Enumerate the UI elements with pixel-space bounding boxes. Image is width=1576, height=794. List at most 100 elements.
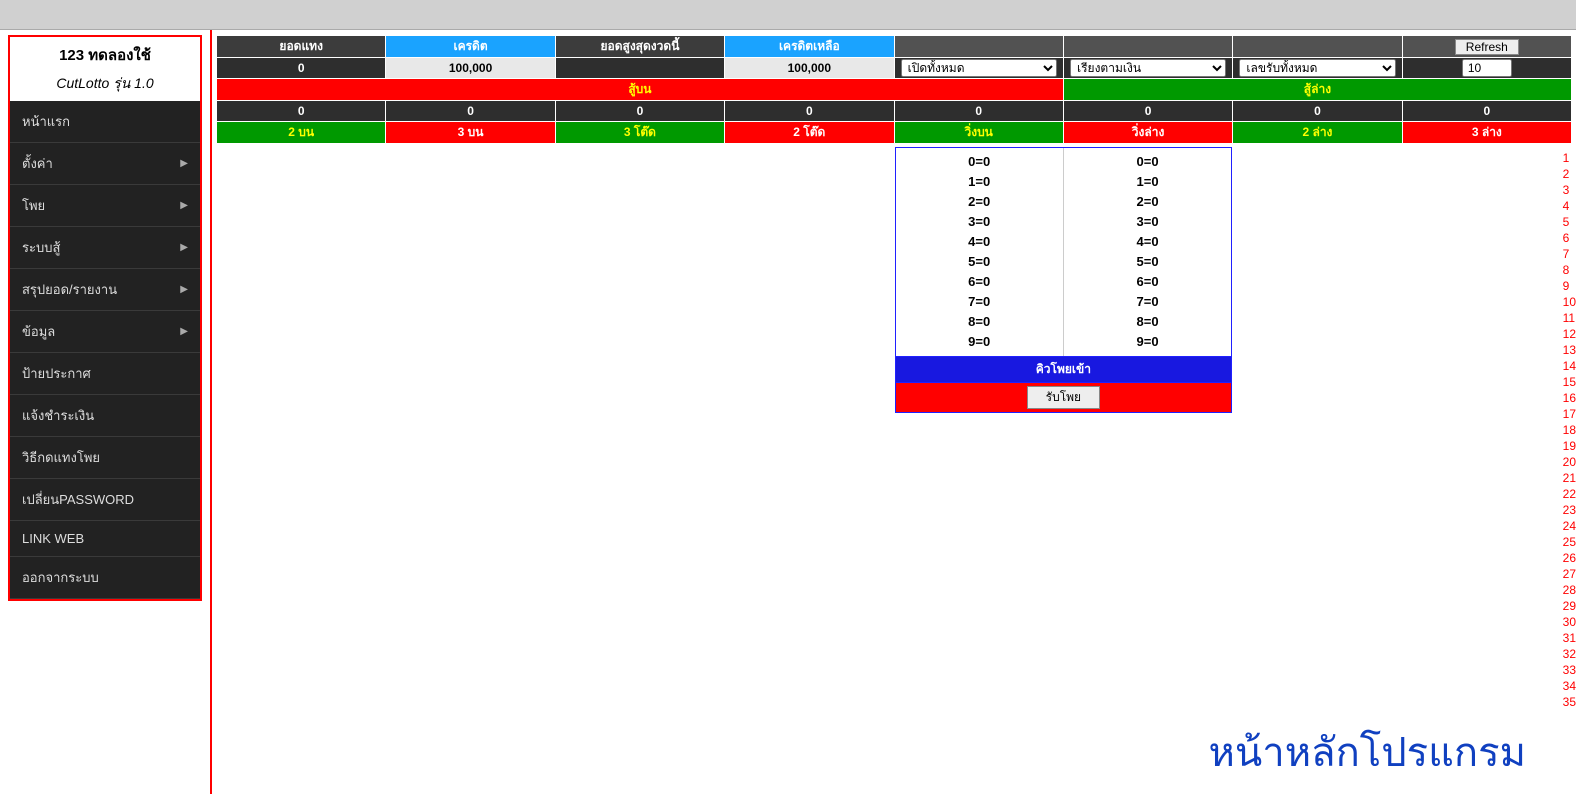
poy-entry: 0=0 [1070,152,1225,172]
line-number: 33 [1563,662,1576,678]
zero-cell: 0 [386,101,554,121]
line-number: 34 [1563,678,1576,694]
poy-col-down: 0=01=02=03=04=05=06=07=08=09=0 [1063,148,1231,356]
sidebar-item-label: ป้ายประกาศ [22,363,91,384]
receive-poy-button[interactable]: รับโพย [1027,386,1100,409]
sidebar-item-label: ตั้งค่า [22,153,53,174]
band-down: สู้ล่าง [1064,79,1571,100]
bet-type-cell[interactable]: 2 ล่าง [1233,122,1401,143]
poy-entry: 9=0 [1070,332,1225,352]
bet-type-cell[interactable]: 2 บน [217,122,385,143]
line-number: 19 [1563,438,1576,454]
refresh-cell: Refresh [1403,36,1571,57]
poy-entry: 6=0 [902,272,1057,292]
line-number: 1 [1563,150,1576,166]
sidebar-item[interactable]: ตั้งค่า ▶ [10,143,200,185]
line-number: 10 [1563,294,1576,310]
poy-col-up: 0=01=02=03=04=05=06=07=08=09=0 [896,148,1063,356]
sidebar-item[interactable]: ออกจากระบบ [10,557,200,599]
sidebar-item-label: เปลี่ยนPASSWORD [22,489,134,510]
poy-entry: 5=0 [1070,252,1225,272]
count-input[interactable] [1462,59,1512,77]
sidebar-item[interactable]: ระบบสู้ ▶ [10,227,200,269]
val-max-round [556,58,724,78]
val-credit-left: 100,000 [725,58,893,78]
sort-select[interactable]: เรียงตามเงิน [1070,59,1226,77]
poy-entry: 7=0 [1070,292,1225,312]
refresh-button[interactable]: Refresh [1455,39,1519,55]
val-credit: 100,000 [386,58,554,78]
chevron-right-icon: ▶ [180,326,188,337]
line-number: 13 [1563,342,1576,358]
top-toolbar [0,0,1576,30]
line-number: 2 [1563,166,1576,182]
sidebar-item-label: วิธีกดแทงโพย [22,447,100,468]
sidebar-item-label: ระบบสู้ [22,237,60,258]
number-filter-select[interactable]: เลขรับทั้งหมด [1239,59,1395,77]
bet-type-cell[interactable]: 2 โต๊ด [725,122,893,143]
line-number: 27 [1563,566,1576,582]
zero-cell: 0 [1064,101,1232,121]
page-title-big: หน้าหลักโปรแกรม [1209,720,1526,784]
sidebar-item-label: ออกจากระบบ [22,567,99,588]
line-number: 28 [1563,582,1576,598]
poy-entry: 8=0 [1070,312,1225,332]
line-number: 6 [1563,230,1576,246]
bet-type-cell[interactable]: วิ่งบน [895,122,1063,143]
sidebar-item[interactable]: สรุปยอด/รายงาน▶ [10,269,200,311]
line-number: 5 [1563,214,1576,230]
poy-entry: 8=0 [902,312,1057,332]
col-credit-left: เครดิตเหลือ [725,36,893,57]
line-number: 20 [1563,454,1576,470]
sidebar-subtitle: CutLotto รุ่น 1.0 [10,73,200,101]
sidebar-item[interactable]: แจ้งชำระเงิน [10,395,200,437]
line-number: 17 [1563,406,1576,422]
poy-entry: 0=0 [902,152,1057,172]
bet-type-cell[interactable]: 3 โต๊ด [556,122,724,143]
line-number: 7 [1563,246,1576,262]
poy-panel: 0=01=02=03=04=05=06=07=08=09=0 0=01=02=0… [895,147,1233,357]
chevron-right-icon: ▶ [180,200,188,211]
poy-entry: 3=0 [902,212,1057,232]
line-number: 14 [1563,358,1576,374]
chevron-right-icon: ▶ [180,158,188,169]
line-number: 26 [1563,550,1576,566]
line-number: 11 [1563,310,1576,326]
sidebar-item[interactable]: โพย▶ [10,185,200,227]
sidebar-item[interactable]: LINK WEB [10,521,200,557]
sidebar-item[interactable]: ป้ายประกาศ [10,353,200,395]
poy-entry: 5=0 [902,252,1057,272]
zero-cell: 0 [725,101,893,121]
line-number: 30 [1563,614,1576,630]
sidebar: 123 ทดลองใช้ CutLotto รุ่น 1.0 หน้าแรกตั… [8,35,202,601]
col-bet-total: ยอดแทง [217,36,385,57]
poy-entry: 6=0 [1070,272,1225,292]
zero-cell: 0 [1233,101,1401,121]
sidebar-item[interactable]: วิธีกดแทงโพย [10,437,200,479]
line-number: 4 [1563,198,1576,214]
sidebar-title: 123 ทดลองใช้ [10,37,200,73]
line-number: 18 [1563,422,1576,438]
line-number: 25 [1563,534,1576,550]
chevron-right-icon: ▶ [180,284,188,295]
zero-cell: 0 [895,101,1063,121]
line-number: 31 [1563,630,1576,646]
sidebar-item-label: ข้อมูล [22,321,55,342]
sidebar-item[interactable]: ข้อมูล ▶ [10,311,200,353]
bet-type-cell[interactable]: 3 บน [386,122,554,143]
col-max-round: ยอดสูงสุดงวดนี้ [556,36,724,57]
open-filter-select[interactable]: เปิดทั้งหมด [901,59,1057,77]
sidebar-item[interactable]: หน้าแรก [10,101,200,143]
poy-entry: 2=0 [902,192,1057,212]
bet-type-cell[interactable]: วิ่งล่าง [1064,122,1232,143]
line-number: 24 [1563,518,1576,534]
zero-cell: 0 [217,101,385,121]
line-number: 23 [1563,502,1576,518]
poy-queue-header: คิวโพยเข้า [895,357,1233,383]
bet-type-cell[interactable]: 3 ล่าง [1403,122,1571,143]
line-numbers: 1234567891011121314151617181920212223242… [1563,150,1576,710]
sidebar-item[interactable]: เปลี่ยนPASSWORD [10,479,200,521]
sidebar-item-label: หน้าแรก [22,111,70,132]
line-number: 16 [1563,390,1576,406]
chevron-right-icon: ▶ [180,242,188,253]
